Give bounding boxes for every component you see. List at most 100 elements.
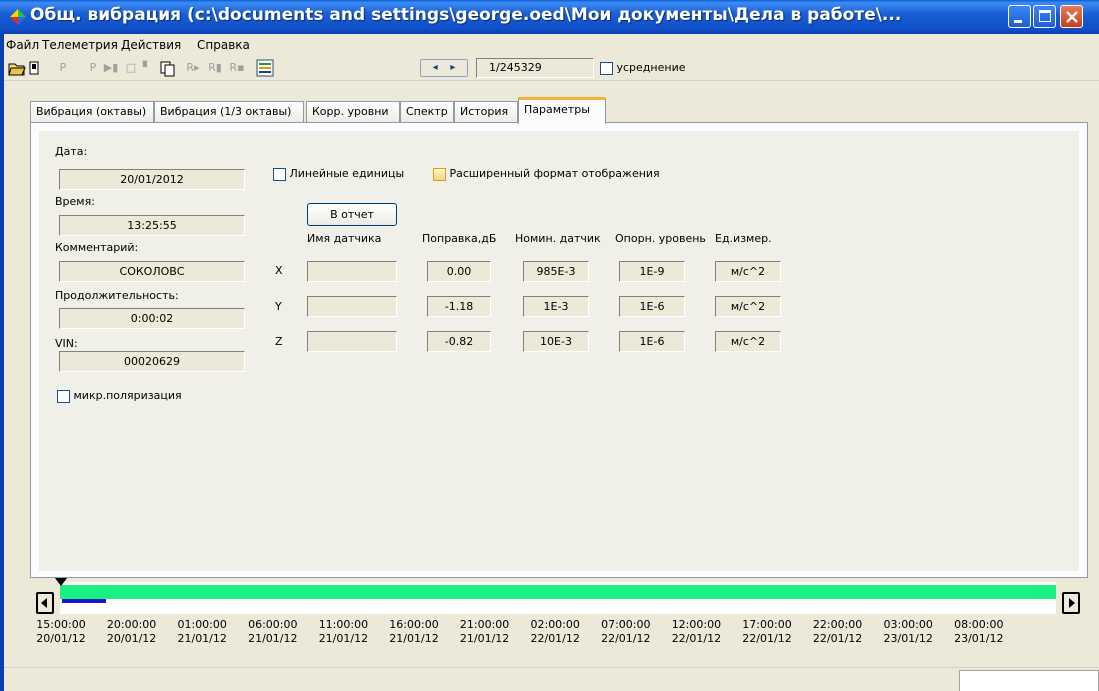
- linear-units-label: Линейные единицы: [289, 167, 405, 180]
- report-button[interactable]: В отчет: [307, 203, 397, 226]
- copy-icon[interactable]: [160, 59, 176, 77]
- timeline-tick-label: 15:00:00 20/01/12: [30, 618, 92, 646]
- unit-input[interactable]: м/с^2: [715, 296, 781, 317]
- timeline-position-marker[interactable]: [55, 578, 67, 586]
- tab-vibration-octaves[interactable]: Вибрация (октавы): [30, 101, 154, 123]
- timeline-scroll-left-button[interactable]: [36, 592, 54, 614]
- p-play-button[interactable]: P: [86, 59, 100, 77]
- arrow-left-icon: [41, 598, 47, 608]
- time-field: 13:25:55: [59, 215, 245, 236]
- timeline-tick-date: 21/01/12: [459, 632, 510, 645]
- parameters-panel: Дата: 20/01/2012 Время: 13:25:55 Коммент…: [30, 122, 1088, 578]
- timeline-track[interactable]: [55, 578, 1056, 614]
- linear-units-checkbox[interactable]: [273, 167, 286, 181]
- timeline-tick-date: 22/01/12: [812, 632, 863, 645]
- chevron-left-icon[interactable]: ◂: [433, 62, 438, 73]
- toolbar: P P ▶▮ □ ▘ R▸ R▮ R▪ ◂ ▸ 1/245329 усредне…: [4, 55, 1099, 81]
- timeline-range-bar: [60, 585, 1056, 599]
- vin-label: VIN:: [55, 337, 78, 350]
- comment-label: Комментарий:: [55, 241, 139, 254]
- r-play-button[interactable]: R▸: [184, 59, 202, 77]
- unit-input[interactable]: м/с^2: [715, 331, 781, 352]
- correction-input[interactable]: -1.18: [427, 296, 491, 317]
- nominal-input[interactable]: 985E-3: [523, 261, 589, 282]
- app-icon: [10, 9, 26, 25]
- title-bar[interactable]: Общ. вибрация (c:\documents and settings…: [0, 0, 1099, 34]
- timeline-selection-bar[interactable]: [62, 599, 106, 603]
- axis-label: Y: [275, 300, 282, 313]
- sensor-name-input[interactable]: [307, 331, 397, 352]
- timeline-tick-time: 03:00:00: [883, 618, 933, 631]
- maximize-button[interactable]: [1033, 5, 1056, 28]
- mic-polarization-group[interactable]: микр.поляризация: [57, 389, 182, 403]
- timeline-tick-time: 11:00:00: [318, 618, 369, 631]
- timeline-tick-date: 20/01/12: [36, 632, 86, 645]
- play-pause-icon[interactable]: ▶▮: [102, 59, 120, 77]
- r-stop-button[interactable]: R▪: [228, 59, 246, 77]
- p-button[interactable]: P: [56, 59, 70, 77]
- timeline-tick-date: 20/01/12: [106, 632, 157, 645]
- extended-format-group[interactable]: Расширенный формат отображения: [433, 167, 660, 181]
- flag-icon[interactable]: ▘: [140, 59, 154, 77]
- menu-actions[interactable]: Действия: [121, 38, 181, 52]
- reference-input[interactable]: 1E-9: [619, 261, 685, 282]
- chevron-right-icon[interactable]: ▸: [450, 62, 455, 73]
- timeline-tick-date: 23/01/12: [954, 632, 1004, 645]
- averaging-label: усреднение: [616, 61, 686, 74]
- timeline-tick-label: 01:00:00 21/01/12: [171, 618, 233, 646]
- menu-help[interactable]: Справка: [197, 38, 250, 52]
- tab-vibration-third-octaves[interactable]: Вибрация (1/3 октавы): [154, 101, 304, 123]
- arrow-right-icon: [1069, 598, 1075, 608]
- tab-parameters[interactable]: Параметры: [518, 97, 606, 124]
- unit-input[interactable]: м/с^2: [715, 261, 781, 282]
- comment-field: СОКОЛОВС: [59, 261, 245, 282]
- timeline-tick-label: 16:00:00 21/01/12: [383, 618, 445, 646]
- reference-input[interactable]: 1E-6: [619, 296, 685, 317]
- close-button[interactable]: [1060, 5, 1083, 28]
- averaging-checkbox-group[interactable]: усреднение: [600, 59, 710, 77]
- header-sensor-name: Имя датчика: [307, 232, 382, 245]
- tab-corr-levels[interactable]: Корр. уровни: [306, 101, 400, 123]
- timeline-tick-date: 22/01/12: [671, 632, 722, 645]
- sensor-name-input[interactable]: [307, 296, 397, 317]
- layers-icon[interactable]: [256, 59, 274, 77]
- record-navigator[interactable]: ◂ ▸: [420, 59, 468, 77]
- minimize-button[interactable]: [1008, 5, 1031, 28]
- timeline-tick-date: 22/01/12: [530, 632, 580, 645]
- timeline-tick-label: 06:00:00 21/01/12: [242, 618, 304, 646]
- timeline-tick-time: 08:00:00: [954, 618, 1004, 631]
- nominal-input[interactable]: 10E-3: [523, 331, 589, 352]
- tab-history[interactable]: История: [454, 101, 518, 123]
- nominal-input[interactable]: 1E-3: [523, 296, 589, 317]
- correction-input[interactable]: -0.82: [427, 331, 491, 352]
- open-folder-icon[interactable]: [8, 59, 26, 77]
- correction-input[interactable]: 0.00: [427, 261, 491, 282]
- window-title: Общ. вибрация (c:\documents and settings…: [30, 5, 902, 25]
- stop-icon[interactable]: □: [124, 59, 138, 77]
- sensor-name-input[interactable]: [307, 261, 397, 282]
- timeline-tick-label: 02:00:00 22/01/12: [524, 618, 586, 646]
- menu-telemetry[interactable]: Телеметрия: [42, 38, 118, 52]
- menu-file[interactable]: Файл: [6, 38, 39, 52]
- extended-format-checkbox[interactable]: [433, 167, 446, 181]
- timeline-tick-time: 21:00:00: [459, 618, 510, 631]
- timeline-tick-time: 15:00:00: [36, 618, 86, 631]
- timeline-tick-time: 17:00:00: [742, 618, 792, 631]
- tab-spectrum[interactable]: Спектр: [400, 101, 454, 123]
- app-window: Общ. вибрация (c:\documents and settings…: [0, 0, 1099, 691]
- vin-field: 00020629: [59, 351, 245, 372]
- timeline-tick-label: 07:00:00 22/01/12: [595, 618, 657, 646]
- timeline-scroll-right-button[interactable]: [1062, 592, 1080, 614]
- device-icon[interactable]: [28, 59, 40, 77]
- timeline-tick-date: 21/01/12: [318, 632, 369, 645]
- r-pause-button[interactable]: R▮: [206, 59, 224, 77]
- averaging-checkbox[interactable]: [600, 61, 613, 75]
- header-reference: Опорн. уровень: [615, 232, 706, 245]
- linear-units-group[interactable]: Линейные единицы: [273, 167, 404, 181]
- axis-label: Z: [275, 335, 283, 348]
- minimize-icon: [1014, 20, 1022, 23]
- reference-input[interactable]: 1E-6: [619, 331, 685, 352]
- mic-polarization-checkbox[interactable]: [57, 389, 70, 403]
- timeline-tick-date: 22/01/12: [742, 632, 792, 645]
- timeline-tick-label: 22:00:00 22/01/12: [807, 618, 869, 646]
